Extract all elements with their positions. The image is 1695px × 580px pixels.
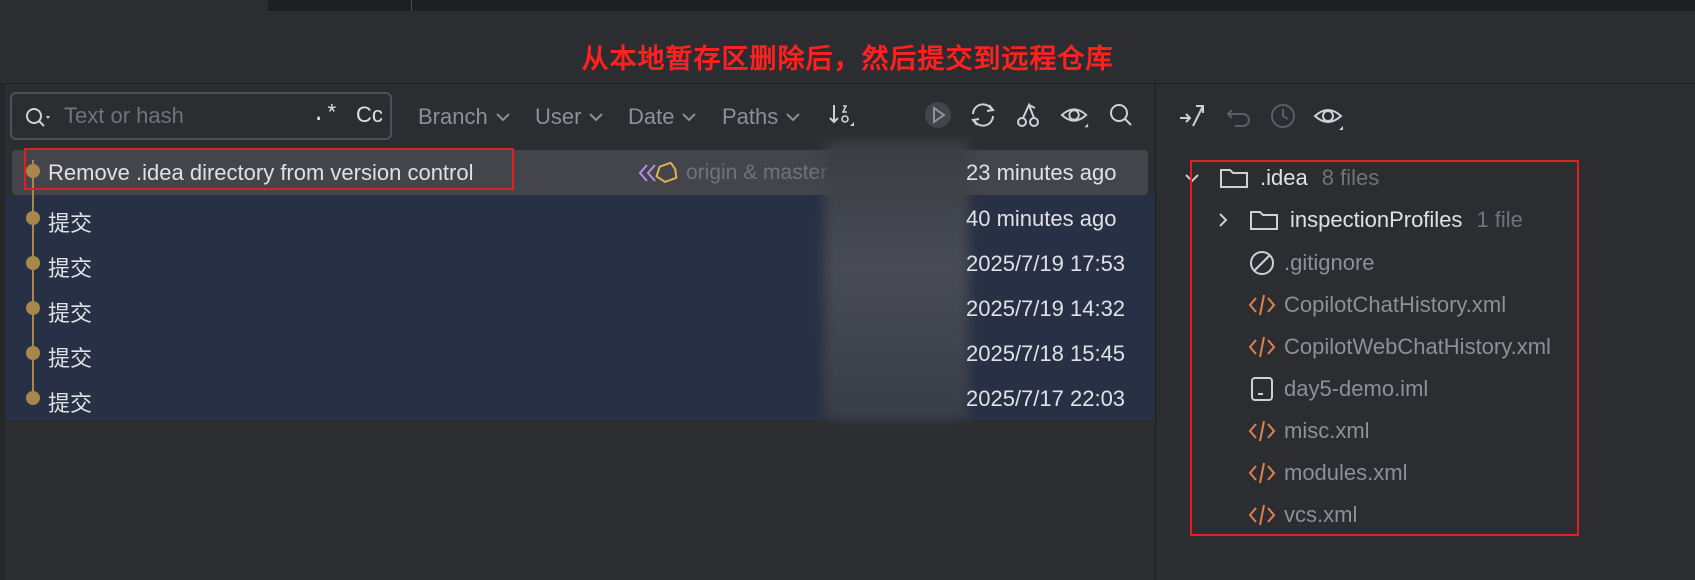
commit-message: 提交 bbox=[48, 391, 93, 416]
commit-time: 2025/7/19 14:32 bbox=[966, 296, 1126, 321]
branch-filter[interactable]: Branch bbox=[418, 104, 510, 130]
tab-separator bbox=[411, 0, 412, 11]
commit-node bbox=[26, 391, 40, 405]
eye-icon[interactable] bbox=[1313, 100, 1345, 132]
commit-message: 提交 bbox=[48, 301, 93, 326]
chevron-down-icon bbox=[682, 113, 697, 122]
branch-refs: origin & master bbox=[638, 161, 827, 185]
branch-filter-label: Branch bbox=[418, 104, 488, 129]
eye-icon[interactable] bbox=[1060, 100, 1090, 130]
annotation-banner: 从本地暂存区删除后，然后提交到远程仓库 bbox=[0, 11, 1695, 83]
chevron-down-icon bbox=[496, 113, 510, 122]
search-icon[interactable] bbox=[1106, 100, 1136, 130]
commit-time: 2025/7/19 17:53 bbox=[966, 251, 1126, 276]
commit-time: 23 minutes ago bbox=[966, 160, 1117, 185]
commit-node bbox=[26, 301, 40, 315]
paths-filter-label: Paths bbox=[722, 104, 779, 129]
commit-message: 提交 bbox=[48, 346, 93, 371]
date-filter[interactable]: Date bbox=[628, 104, 697, 130]
collapse-icon[interactable] bbox=[1176, 100, 1208, 132]
commit-message: 提交 bbox=[48, 256, 93, 281]
commit-time: 2025/7/17 22:03 bbox=[966, 386, 1126, 411]
match-case-toggle[interactable]: Cc bbox=[356, 102, 383, 128]
regex-toggle[interactable]: .* bbox=[312, 102, 338, 127]
user-filter-label: User bbox=[535, 104, 582, 129]
search-history-icon[interactable] bbox=[24, 106, 54, 135]
redacted-author-column bbox=[824, 140, 969, 420]
commit-time: 40 minutes ago bbox=[966, 206, 1117, 231]
top-tab-strip bbox=[0, 0, 1695, 11]
cherry-pick-icon[interactable] bbox=[1013, 100, 1043, 130]
chevron-down-icon bbox=[589, 113, 604, 122]
commit-graph-line bbox=[32, 160, 34, 400]
annotation-banner-text: 从本地暂存区删除后，然后提交到远程仓库 bbox=[581, 44, 1114, 75]
run-icon[interactable] bbox=[923, 100, 953, 130]
commit-message: 提交 bbox=[48, 211, 93, 236]
paths-filter[interactable]: Paths bbox=[722, 104, 800, 130]
search-box[interactable]: .* Cc bbox=[10, 92, 392, 140]
commit-node bbox=[26, 256, 40, 270]
active-tab-area[interactable] bbox=[0, 0, 268, 11]
history-icon[interactable] bbox=[1267, 100, 1299, 132]
commit-node bbox=[26, 211, 40, 225]
commit-time: 2025/7/18 15:45 bbox=[966, 341, 1126, 366]
revert-icon[interactable] bbox=[1223, 100, 1255, 132]
sort-icon[interactable] bbox=[826, 100, 856, 130]
refresh-icon[interactable] bbox=[968, 100, 998, 130]
commit-node bbox=[26, 346, 40, 360]
chevron-down-icon bbox=[786, 113, 800, 122]
search-input[interactable] bbox=[64, 102, 304, 130]
annotation-box-commit bbox=[24, 148, 514, 190]
annotation-box-tree bbox=[1190, 160, 1579, 536]
branch-refs-label: origin & master bbox=[686, 161, 828, 184]
date-filter-label: Date bbox=[628, 104, 675, 129]
panel-splitter[interactable] bbox=[1155, 84, 1156, 580]
user-filter[interactable]: User bbox=[535, 104, 604, 130]
tag-icon bbox=[638, 162, 678, 183]
